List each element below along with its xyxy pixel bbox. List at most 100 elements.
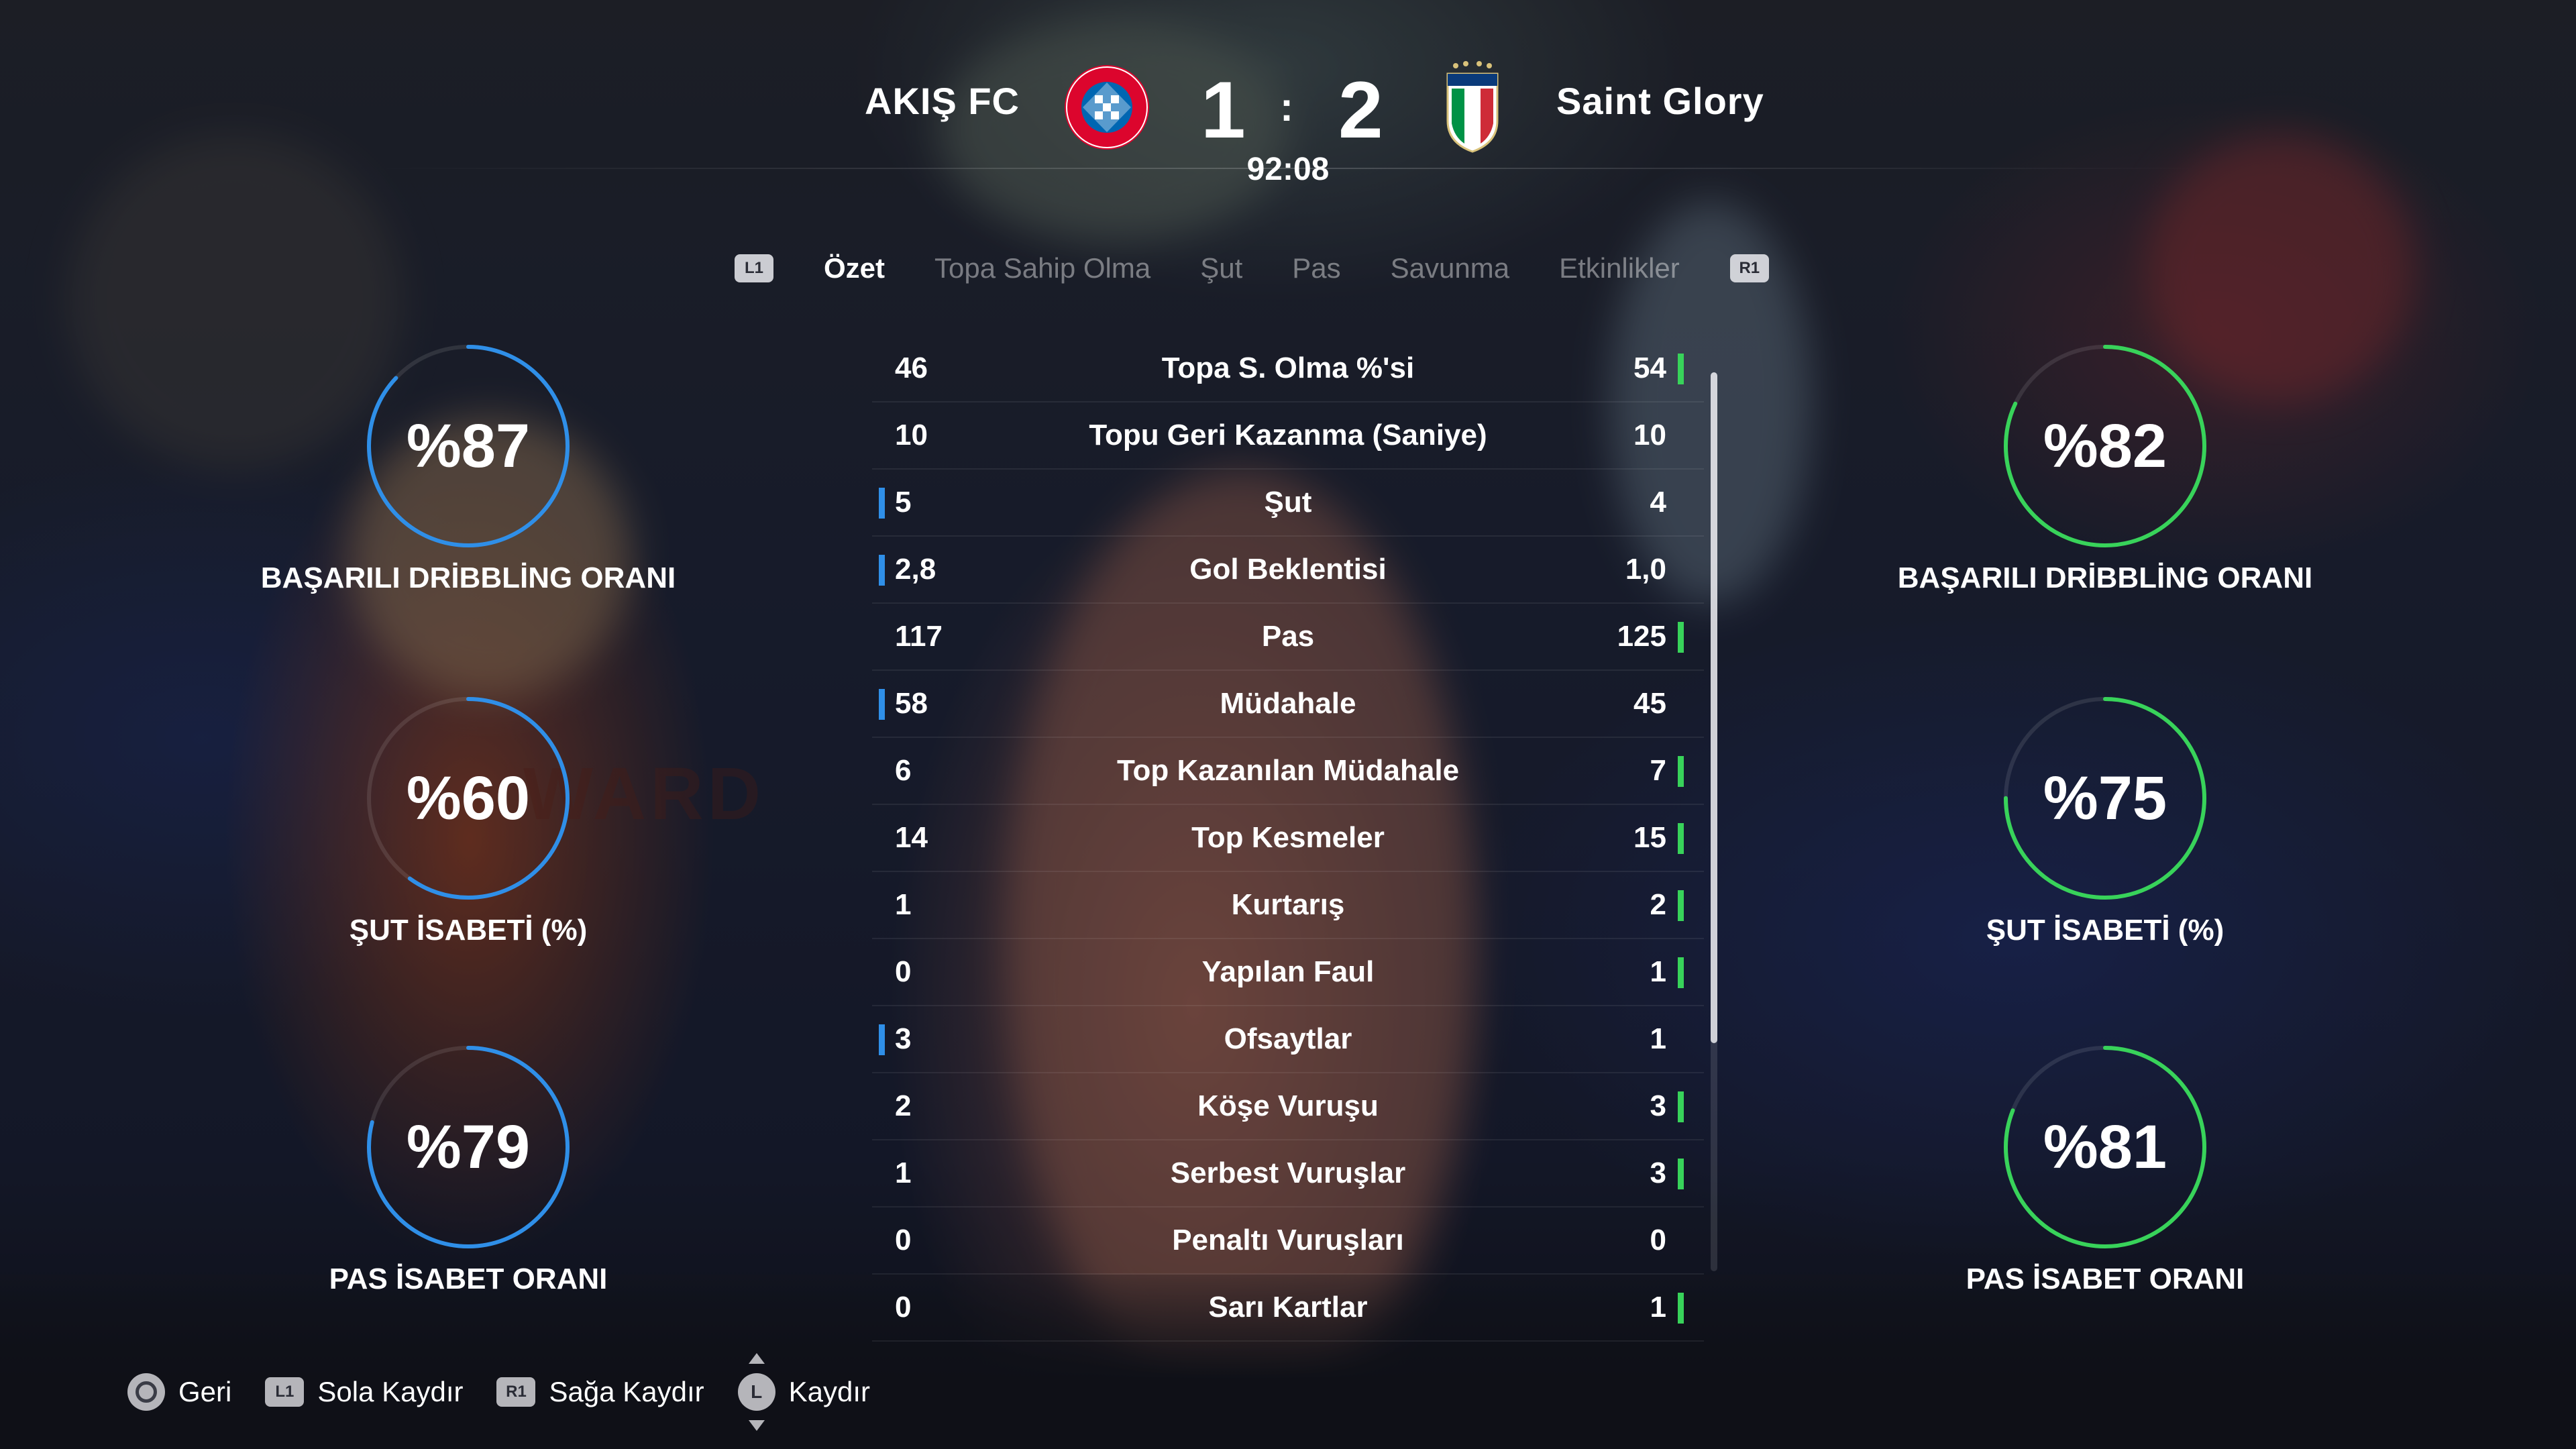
match-clock: 92:08 (1246, 152, 1330, 187)
tab-etkinlikler[interactable]: Etkinlikler (1559, 252, 1680, 284)
stat-label: Top Kazanılan Müdahale (1116, 754, 1460, 787)
away-ring-value: %82 (2043, 412, 2167, 480)
away-ring-1: %75 (1998, 691, 2212, 906)
home-team-crest-icon (1065, 65, 1149, 150)
tab-sut[interactable]: Şut (1200, 252, 1242, 284)
home-score: 1 (1201, 65, 1246, 155)
away-ring-0: %82 (1998, 339, 2212, 553)
stat-label: Köşe Vuruşu (1197, 1089, 1379, 1122)
tab-ozet[interactable]: Özet (824, 252, 885, 284)
scroll-right-label: Sağa Kaydır (549, 1376, 704, 1407)
home-ring-value: %79 (406, 1113, 531, 1181)
back-hint[interactable]: Geri (127, 1373, 231, 1411)
away-stat-value: 3 (1650, 1157, 1666, 1189)
away-stat-value: 125 (1617, 620, 1666, 653)
away-stat-value: 15 (1633, 821, 1666, 854)
scroll-label: Kaydır (788, 1376, 871, 1407)
stat-label: Topu Geri Kazanma (Saniye) (1089, 419, 1487, 451)
stat-row: 2,8 Gol Beklentisi 1,0 (872, 537, 1704, 604)
away-ring-label: BAŞARILI DRİBBLİNG ORANI (1897, 561, 2313, 594)
stats-table[interactable]: 46 Topa S. Olma %'si 54 10 Topu Geri Kazanma… (872, 335, 1704, 1342)
l1-button-icon[interactable]: L1 (735, 254, 773, 282)
stat-row: 0 Sarı Kartlar 1 (872, 1275, 1704, 1342)
home-team-name: AKIŞ FC (865, 80, 1020, 122)
home-ring-1: %60 (361, 691, 576, 906)
tab-topa-sahip-olma[interactable]: Topa Sahip Olma (934, 252, 1150, 284)
left-stick-icon: L (737, 1353, 775, 1431)
scoreboard: AKIŞ FC 1 : 2 Saint Glory 92:08 (0, 0, 2576, 201)
away-team-crest-icon (1446, 61, 1499, 153)
stat-row: 0 Yapılan Faul 1 (872, 939, 1704, 1006)
home-ring-label: BAŞARILI DRİBBLİNG ORANI (260, 561, 676, 594)
away-stat-value: 3 (1650, 1089, 1666, 1122)
away-stat-value: 7 (1650, 754, 1666, 787)
away-stat-value: 45 (1633, 687, 1666, 720)
stat-row: 14 Top Kesmeler 15 (872, 805, 1704, 872)
away-stat-value: 2 (1650, 888, 1666, 921)
home-ring-0: %87 (361, 339, 576, 553)
stat-label: Şut (1264, 486, 1312, 519)
stat-label: Müdahale (1220, 687, 1356, 720)
stats-scrollbar[interactable] (1711, 372, 1717, 1271)
back-label: Geri (178, 1376, 232, 1407)
tab-pas[interactable]: Pas (1292, 252, 1340, 284)
away-stat-value: 10 (1633, 419, 1666, 451)
home-ring-2: %79 (361, 1040, 576, 1254)
scroll-right-hint[interactable]: R1 Sağa Kaydır (496, 1376, 704, 1408)
stat-label: Top Kesmeler (1191, 821, 1385, 854)
stat-label: Ofsaytlar (1224, 1022, 1352, 1055)
stat-label: Serbest Vuruşlar (1170, 1157, 1406, 1189)
away-score: 2 (1338, 65, 1383, 155)
away-ring-2: %81 (1998, 1040, 2212, 1254)
away-ring-value: %75 (2043, 764, 2167, 833)
away-stat-value: 1 (1650, 1022, 1666, 1055)
away-stat-value: 54 (1633, 352, 1666, 384)
stat-label: Pas (1261, 620, 1315, 653)
away-leader-bar (1678, 1293, 1684, 1324)
away-stat-value: 4 (1650, 486, 1666, 519)
stat-row: 10 Topu Geri Kazanma (Saniye) 10 (872, 402, 1704, 470)
stat-label: Topa S. Olma %'si (1161, 352, 1415, 384)
stat-label: Gol Beklentisi (1189, 553, 1387, 586)
away-ring-label: ŞUT İSABETİ (%) (1986, 914, 2224, 947)
scroll-hint[interactable]: L Kaydır (737, 1353, 871, 1431)
away-stat-value: 0 (1650, 1224, 1666, 1256)
scrollbar-thumb[interactable] (1711, 372, 1717, 1043)
away-ring-label: PAS İSABET ORANI (1966, 1263, 2245, 1295)
away-team-name: Saint Glory (1556, 80, 1764, 122)
scroll-left-hint[interactable]: L1 Sola Kaydır (265, 1376, 463, 1408)
away-leader-bar (1678, 890, 1684, 921)
away-ring-value: %81 (2043, 1113, 2167, 1181)
tab-savunma[interactable]: Savunma (1391, 252, 1509, 284)
away-stat-value: 1 (1650, 955, 1666, 988)
away-leader-bar (1678, 1159, 1684, 1189)
r1-button-icon: R1 (496, 1377, 536, 1407)
stat-label: Sarı Kartlar (1208, 1291, 1368, 1324)
home-ring-value: %87 (406, 412, 531, 480)
stat-row: 58 Müdahale 45 (872, 671, 1704, 738)
away-leader-bar (1678, 823, 1684, 854)
stat-row: 5 Şut 4 (872, 470, 1704, 537)
stat-label: Kurtarış (1231, 888, 1345, 921)
r1-button-icon[interactable]: R1 (1729, 254, 1769, 282)
stat-row: 0 Penaltı Vuruşları 0 (872, 1208, 1704, 1275)
away-leader-bar (1678, 1091, 1684, 1122)
home-ring-label: PAS İSABET ORANI (329, 1263, 608, 1295)
scroll-left-label: Sola Kaydır (317, 1376, 464, 1407)
stat-row: 1 Kurtarış 2 (872, 872, 1704, 939)
stat-row: 46 Topa S. Olma %'si 54 (872, 335, 1704, 402)
stat-label: Penaltı Vuruşları (1172, 1224, 1404, 1256)
home-ring-value: %60 (406, 764, 531, 833)
stat-row: 2 Köşe Vuruşu 3 (872, 1073, 1704, 1140)
l1-button-icon: L1 (265, 1377, 305, 1407)
away-leader-bar (1678, 622, 1684, 653)
away-leader-bar (1678, 957, 1684, 988)
away-leader-bar (1678, 756, 1684, 787)
stat-row: 3 Ofsaytlar 1 (872, 1006, 1704, 1073)
score-separator: : (1280, 85, 1293, 129)
away-stat-value: 1,0 (1625, 553, 1666, 586)
stat-row: 6 Top Kazanılan Müdahale 7 (872, 738, 1704, 805)
stats-tabs: L1 Özet Topa Sahip Olma Şut Pas Savunma … (735, 248, 1769, 288)
stat-row: 1 Serbest Vuruşlar 3 (872, 1140, 1704, 1208)
button-hints: Geri L1 Sola Kaydır R1 Sağa Kaydır L Kay… (127, 1353, 904, 1431)
